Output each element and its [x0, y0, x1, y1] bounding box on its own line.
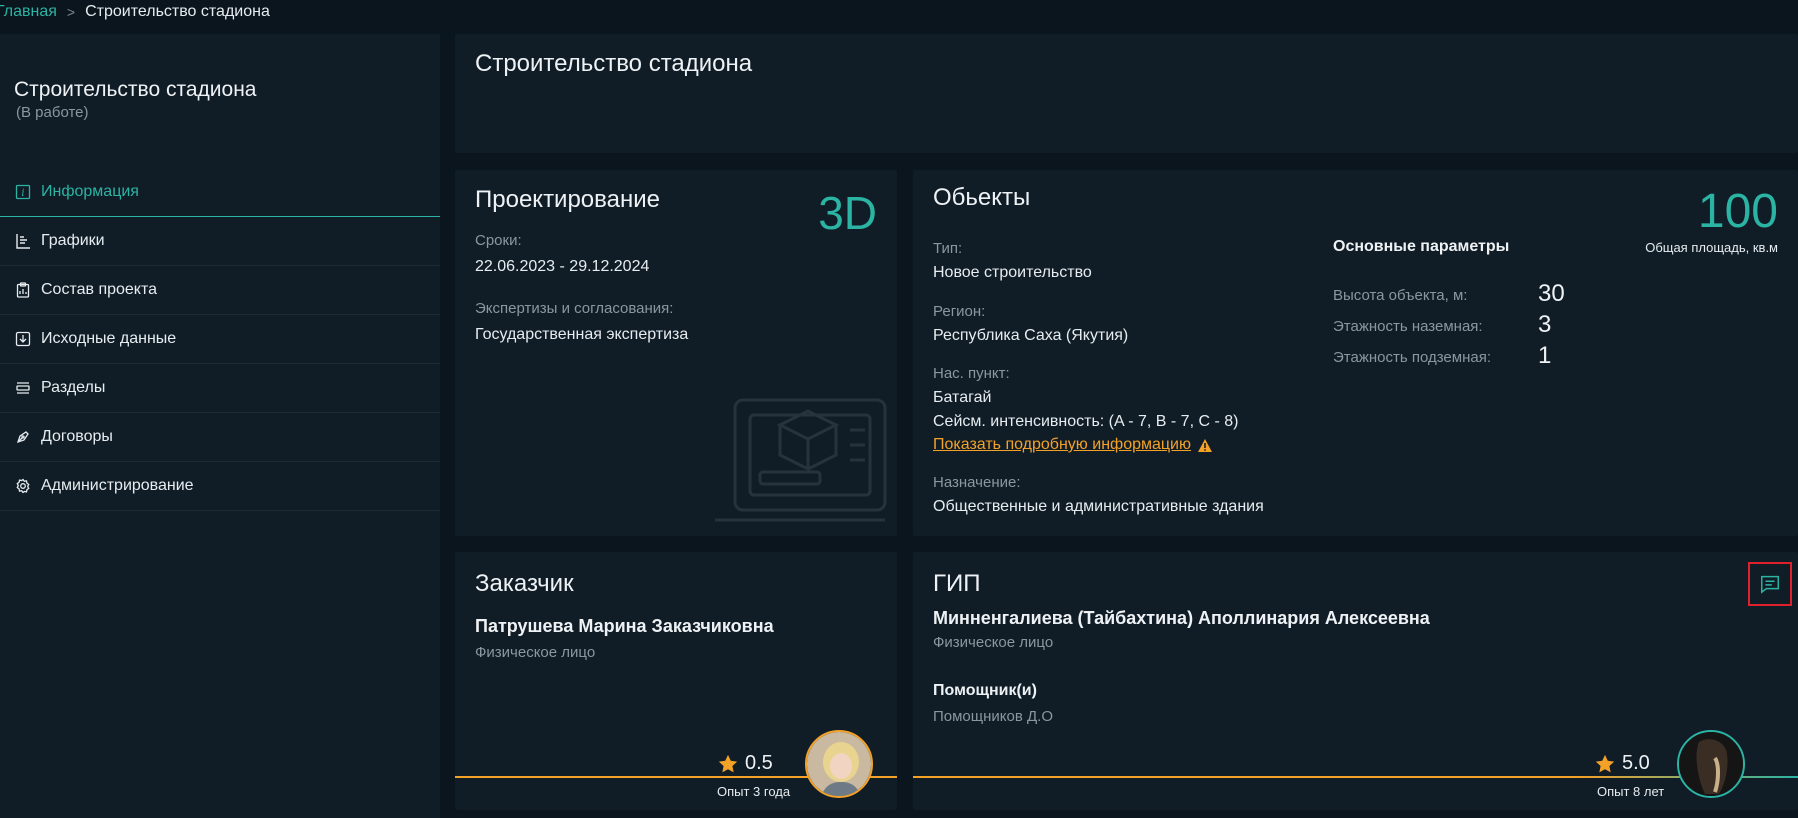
- breadcrumb-separator: >: [66, 4, 76, 20]
- assistants-value: Помощников Д.О: [933, 708, 1053, 725]
- gip-experience: Опыт 8 лет: [1597, 784, 1665, 799]
- sidebar-item-source-data[interactable]: Исходные данные: [0, 315, 440, 364]
- sidebar-item-sections[interactable]: Разделы: [0, 364, 440, 413]
- param-floors-below-value: 1: [1538, 342, 1552, 369]
- sidebar-item-info[interactable]: i Информация: [0, 168, 440, 217]
- project-title: Строительство стадиона: [14, 78, 257, 101]
- avatar-portrait-icon: [1679, 732, 1743, 796]
- expertise-label: Экспертизы и согласования:: [475, 300, 674, 317]
- sidebar-item-charts[interactable]: Графики: [0, 217, 440, 266]
- show-details-link[interactable]: Показать подробную информацию: [933, 436, 1213, 454]
- dates-label: Сроки:: [475, 232, 522, 249]
- gip-title: ГИП: [933, 570, 981, 597]
- avatar-portrait-icon: [807, 732, 871, 796]
- customer-name: Патрушева Марина Заказчиковна: [475, 616, 774, 636]
- sidebar-item-label: Графики: [41, 232, 105, 249]
- gip-rating: 5.0: [1594, 752, 1650, 775]
- param-floors-above-label: Этажность наземная:: [1333, 318, 1483, 335]
- design-card: Проектирование 3D Сроки: 22.06.2023 - 29…: [455, 170, 897, 536]
- customer-type: Физическое лицо: [475, 644, 596, 661]
- region-value: Республика Саха (Якутия): [933, 327, 1129, 344]
- sidebar-item-label: Администрирование: [41, 477, 194, 494]
- project-header-card: Строительство стадиона: [455, 34, 1798, 153]
- sidebar: Строительство стадиона (В работе) i Инфо…: [0, 34, 440, 818]
- gip-divider: [913, 776, 1798, 778]
- warning-icon: [1197, 438, 1212, 452]
- sidebar-item-composition[interactable]: Состав проекта: [0, 266, 440, 315]
- star-icon: [718, 754, 738, 772]
- dates-value: 22.06.2023 - 29.12.2024: [475, 258, 650, 275]
- param-height-label: Высота объекта, м:: [1333, 287, 1468, 304]
- design-title: Проектирование: [475, 186, 660, 213]
- objects-card: Обьекты 100 Общая площадь, кв.м Тип: Нов…: [913, 170, 1798, 536]
- download-icon: [14, 331, 31, 348]
- svg-text:i: i: [21, 188, 24, 199]
- gear-icon: [14, 478, 31, 495]
- sidebar-item-label: Информация: [41, 183, 139, 200]
- breadcrumb: Главная > Строительство стадиона: [0, 0, 270, 24]
- param-height-value: 30: [1538, 280, 1565, 307]
- settlement-label: Нас. пункт:: [933, 365, 1010, 382]
- seismic-value: Сейсм. интенсивность: (A - 7, B - 7, C -…: [933, 413, 1239, 430]
- objects-title: Обьекты: [933, 184, 1031, 211]
- gip-type: Физическое лицо: [933, 634, 1054, 651]
- param-floors-above-value: 3: [1538, 311, 1552, 338]
- params-title: Основные параметры: [1333, 238, 1510, 255]
- purpose-label: Назначение:: [933, 474, 1021, 491]
- purpose-value: Общественные и административные здания: [933, 498, 1264, 515]
- chat-icon: [1761, 575, 1779, 594]
- sidebar-item-label: Исходные данные: [41, 330, 177, 347]
- breadcrumb-current: Строительство стадиона: [85, 3, 270, 20]
- area-label: Общая площадь, кв.м: [1645, 240, 1778, 255]
- sidebar-item-label: Договоры: [41, 428, 113, 445]
- sidebar-item-label: Разделы: [41, 379, 106, 396]
- design-illustration-icon: [715, 398, 887, 522]
- sidebar-item-admin[interactable]: Администрирование: [0, 462, 440, 511]
- sidebar-item-contracts[interactable]: Договоры: [0, 413, 440, 462]
- customer-experience: Опыт 3 года: [717, 784, 791, 799]
- breadcrumb-home-link[interactable]: Главная: [0, 3, 57, 21]
- customer-avatar[interactable]: [805, 730, 873, 798]
- show-details-label: Показать подробную информацию: [933, 436, 1191, 453]
- sidebar-item-label: Состав проекта: [41, 281, 158, 298]
- customer-rating: 0.5: [717, 752, 773, 775]
- project-status: (В работе): [16, 104, 89, 121]
- param-floors-below-label: Этажность подземная:: [1333, 349, 1492, 366]
- sidebar-menu: i Информация Графики Состав проекта Исхо…: [0, 168, 440, 511]
- gip-rating-value: 5.0: [1622, 752, 1650, 774]
- assistants-label: Помощник(и): [933, 682, 1037, 699]
- customer-card: Заказчик Патрушева Марина Заказчиковна Ф…: [455, 552, 897, 810]
- pen-icon: [14, 429, 31, 446]
- type-label: Тип:: [933, 240, 963, 257]
- page-title: Строительство стадиона: [475, 50, 753, 77]
- info-icon: i: [14, 184, 31, 201]
- type-value: Новое строительство: [933, 264, 1092, 281]
- star-icon: [1595, 754, 1615, 772]
- gantt-icon: [14, 233, 31, 250]
- clipboard-icon: [14, 282, 31, 299]
- gip-card: ГИП Минненгалиева (Тайбахтина) Аполлинар…: [913, 552, 1798, 810]
- chat-button[interactable]: [1748, 562, 1792, 606]
- 3d-badge: 3D: [818, 187, 877, 239]
- gip-avatar[interactable]: [1677, 730, 1745, 798]
- expertise-value: Государственная экспертиза: [475, 326, 689, 343]
- customer-rating-value: 0.5: [745, 752, 773, 774]
- settlement-value: Батагай: [933, 389, 992, 406]
- region-label: Регион:: [933, 303, 986, 320]
- area-value: 100: [1697, 185, 1778, 238]
- layers-icon: [14, 380, 31, 397]
- customer-title: Заказчик: [475, 570, 574, 597]
- gip-name: Минненгалиева (Тайбахтина) Аполлинария А…: [933, 608, 1430, 628]
